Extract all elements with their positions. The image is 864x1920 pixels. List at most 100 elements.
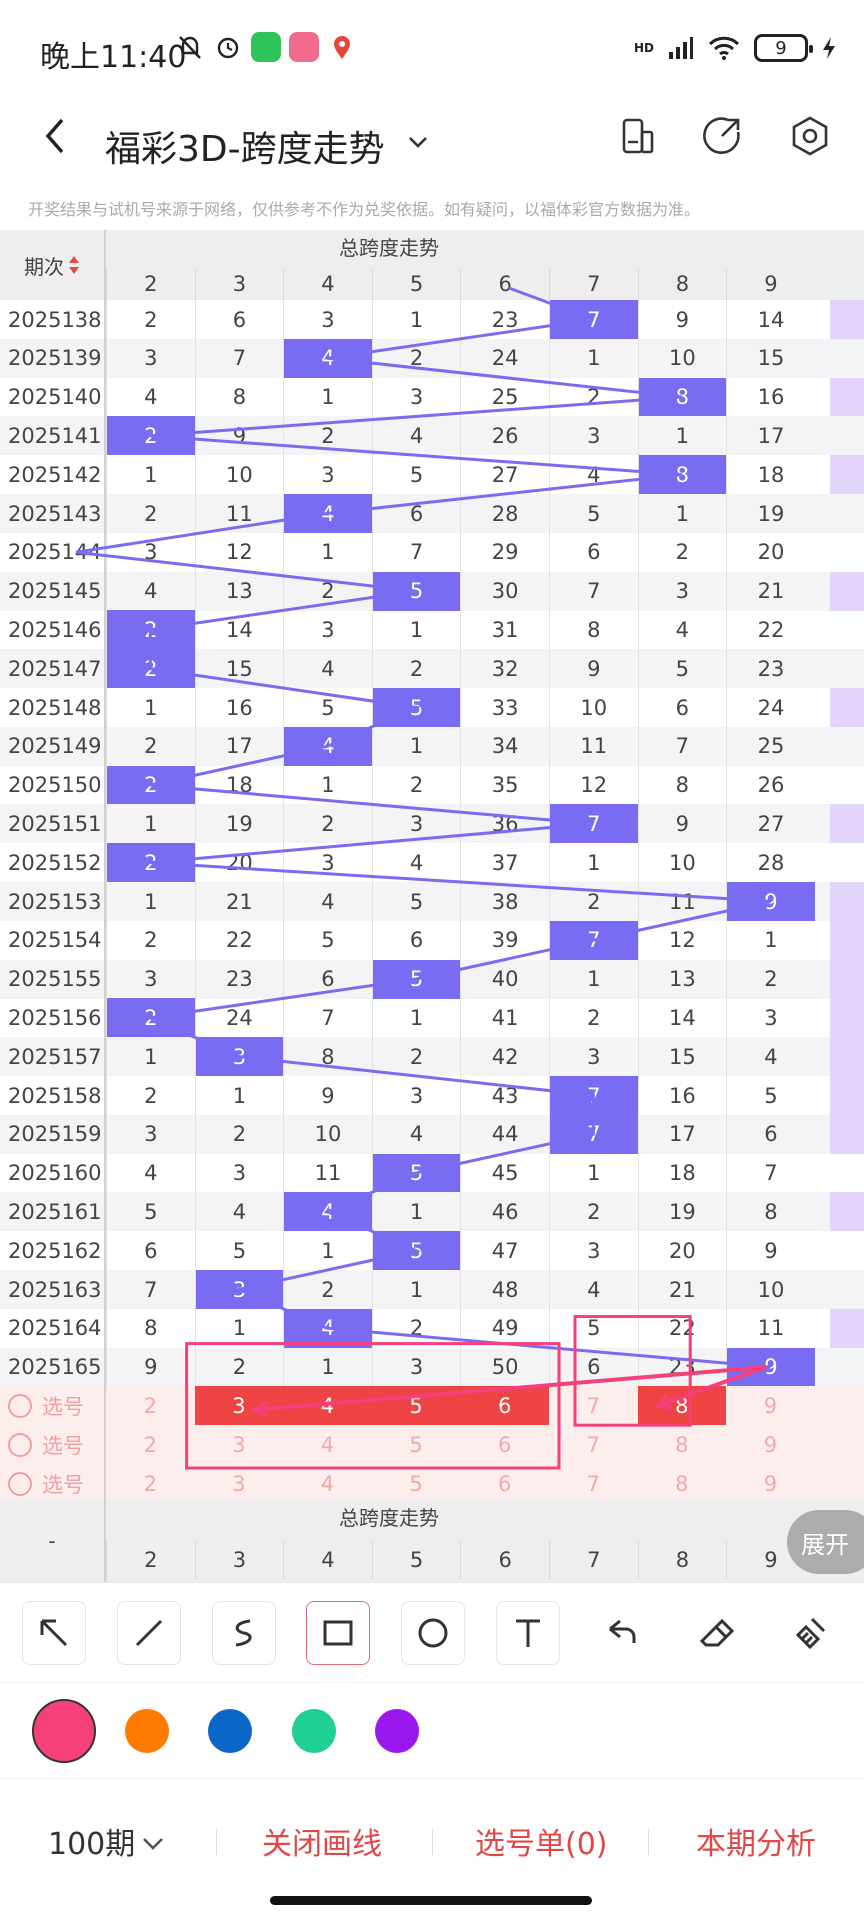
value-cell: 48 [460,1270,549,1309]
selectable-number[interactable]: 8 [638,1464,727,1503]
value-cell: 14 [637,998,727,1038]
selectable-number[interactable]: 2 [106,1386,195,1425]
selectable-number[interactable]: 5 [372,1464,461,1503]
color-swatch-green[interactable] [292,1709,336,1753]
wifi-icon [708,36,740,60]
selectable-number[interactable]: 7 [549,1464,638,1503]
selection-row[interactable]: 选号 2 3 4 5 6 7 8 9 [0,1464,864,1503]
selectable-number[interactable]: 4 [283,1464,372,1503]
hit-cell: 5 [371,571,461,611]
value-cell: 1 [283,1347,372,1387]
period-cell: 2025153 [0,882,106,921]
value-cell: 6 [548,1347,638,1387]
undo-icon [609,1619,636,1643]
selectable-number[interactable]: 2 [106,1464,195,1503]
selection-label[interactable]: 选号 [0,1464,106,1503]
selected-number[interactable]: 8 [637,1386,727,1426]
period-cell: 2025159 [0,1114,106,1154]
color-swatch-orange[interactable] [125,1709,169,1753]
table-row: 2025165 9 2 1 3 50 6 23 9 [0,1347,864,1387]
footer-column-header: 5 [371,1540,461,1580]
value-cell: 7 [194,338,284,378]
app-header: 福彩3D-跨度走势 [0,100,864,200]
period-count-select[interactable]: 100期 [48,1819,135,1863]
selectable-number[interactable]: 3 [195,1425,284,1464]
selectable-number[interactable]: 2 [106,1425,195,1464]
selection-row[interactable]: 选号 2 3 4 5 6 7 8 9 [0,1425,864,1465]
value-cell: 6 [726,1114,815,1154]
clear-tool[interactable] [778,1601,842,1665]
side-marker [830,843,864,882]
selectable-number[interactable]: 3 [195,1464,284,1503]
back-arrow-icon[interactable] [36,112,76,160]
value-cell: 10 [637,338,727,378]
value-cell: 2 [548,998,638,1038]
expand-button[interactable]: 展开 [787,1510,864,1574]
selectable-number[interactable]: 9 [726,1425,815,1464]
table-row: 2025141 2 9 2 4 26 3 1 17 [0,416,864,456]
value-cell: 29 [460,532,549,572]
value-cell: 6 [106,1231,195,1271]
layout-toggle-icon[interactable] [614,112,662,160]
chevron-down-icon[interactable] [140,1831,166,1857]
chevron-down-icon[interactable] [404,128,432,156]
freehand-tool[interactable] [212,1601,276,1665]
value-cell: 1 [726,920,815,960]
radio-circle-icon[interactable] [8,1471,32,1496]
side-marker [830,1308,864,1348]
selection-row[interactable]: 选号 2 3 4 5 6 7 8 9 [0,1386,864,1426]
selected-number[interactable]: 4 [283,1386,372,1426]
period-cell: 2025163 [0,1270,106,1309]
selected-number[interactable]: 6 [460,1386,549,1426]
analysis-button[interactable]: 本期分析 [696,1819,816,1863]
selectable-number[interactable]: 7 [549,1386,638,1425]
undo-tool[interactable] [590,1601,654,1665]
value-cell: 2 [106,1076,195,1115]
period-header[interactable]: 期次 [0,230,106,300]
selection-label[interactable]: 选号 [0,1425,106,1465]
color-swatch-blue[interactable] [208,1709,252,1753]
text-tool[interactable] [496,1601,560,1665]
footer-column-header: 8 [637,1540,727,1580]
selectable-number[interactable]: 9 [726,1464,815,1503]
settings-icon[interactable] [786,112,834,160]
color-swatch-purple[interactable] [375,1709,419,1753]
selectable-number[interactable]: 6 [460,1464,549,1503]
circle-tool[interactable] [401,1601,465,1665]
selectable-number[interactable]: 4 [283,1425,372,1464]
selection-label[interactable]: 选号 [0,1386,106,1426]
selectable-number[interactable]: 5 [372,1425,461,1464]
value-cell: 2 [106,726,195,766]
close-lines-button[interactable]: 关闭画线 [262,1819,382,1863]
page-title[interactable]: 福彩3D-跨度走势 [105,120,385,172]
value-cell: 23 [637,1347,727,1387]
line-tool[interactable] [117,1601,181,1665]
period-cell: 2025164 [0,1308,106,1348]
value-cell: 3 [637,571,727,611]
share-icon[interactable] [698,112,746,160]
table-row: 2025152 2 20 3 4 37 1 10 28 [0,843,864,883]
selectable-number[interactable]: 9 [726,1386,815,1425]
selectable-number[interactable]: 8 [638,1425,727,1464]
selection-list-button[interactable]: 选号单(0) [475,1819,608,1863]
selectable-number[interactable]: 6 [460,1425,549,1464]
sort-icon[interactable] [68,254,80,276]
value-cell: 4 [726,1037,815,1077]
eraser-tool[interactable] [684,1601,748,1665]
radio-circle-icon[interactable] [8,1393,32,1418]
table-row: 2025162 6 5 1 5 47 3 20 9 [0,1231,864,1271]
selectable-number[interactable]: 7 [549,1425,638,1464]
hit-cell: 7 [548,920,638,960]
color-swatch-pink[interactable] [32,1699,96,1763]
hit-cell: 8 [637,455,727,495]
arrow-tool[interactable] [22,1601,86,1665]
selected-number[interactable]: 5 [371,1386,461,1426]
radio-circle-icon[interactable] [8,1432,32,1457]
rectangle-icon [323,1620,353,1646]
selected-number[interactable]: 3 [194,1386,284,1426]
value-cell: 2 [106,300,195,339]
value-cell: 50 [460,1347,549,1387]
value-cell: 22 [726,610,815,650]
hit-cell: 4 [283,1308,372,1348]
rectangle-tool[interactable] [306,1601,370,1665]
